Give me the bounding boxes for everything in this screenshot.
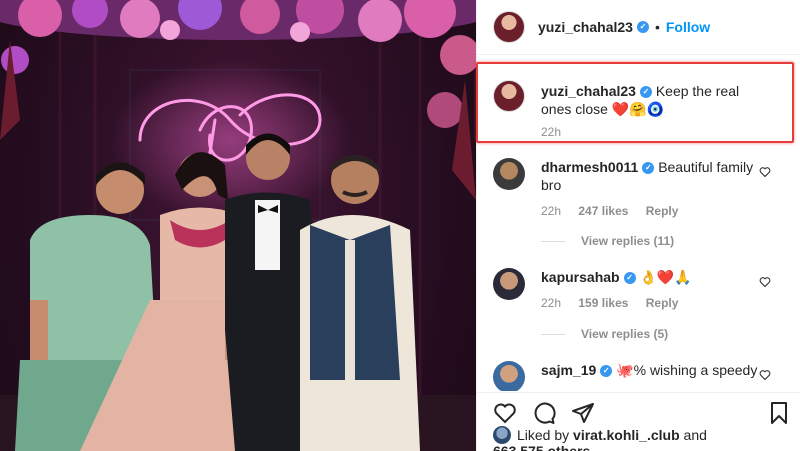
comment-timestamp[interactable]: 22h xyxy=(541,204,561,218)
post-header: yuzi_chahal23 ✓ • Follow xyxy=(477,0,800,55)
comment-text: 👌❤️🙏 xyxy=(639,269,692,285)
comment-username[interactable]: kapursahab xyxy=(541,269,620,285)
comment-timestamp[interactable]: 22h xyxy=(541,296,561,310)
comment-text: 🐙% wishing a speedy xyxy=(616,362,758,378)
verified-badge-icon: ✓ xyxy=(639,86,652,99)
comment-text-block: sajm_19 ✓ 🐙% wishing a speedy xyxy=(541,361,761,379)
comment-text-block: kapursahab ✓ 👌❤️🙏 xyxy=(541,268,761,286)
view-replies-label: View replies (11) xyxy=(581,234,675,248)
post-details-panel: yuzi_chahal23 ✓ • Follow yuzi_chahal23 ✓ … xyxy=(476,0,800,451)
verified-badge-icon: ✓ xyxy=(642,162,655,175)
liked-by-row: Liked by virat.kohli_.club and xyxy=(493,426,707,444)
replies-divider xyxy=(541,334,565,336)
comment-username[interactable]: sajm_19 xyxy=(541,362,596,378)
verified-badge-icon: ✓ xyxy=(600,365,613,378)
reply-button[interactable]: Reply xyxy=(646,204,679,218)
caption-timestamp[interactable]: 22h xyxy=(541,125,561,139)
post-photo[interactable] xyxy=(0,0,476,451)
view-replies-button[interactable]: View replies (11) xyxy=(541,234,674,248)
view-replies-label: View replies (5) xyxy=(581,327,669,341)
caption-emojis: ❤️🤗🧿 xyxy=(611,101,665,117)
comment-username[interactable]: dharmesh0011 xyxy=(541,159,638,175)
likes-count[interactable]: 663,575 others xyxy=(493,443,590,451)
replies-divider xyxy=(541,241,565,243)
comment-avatar[interactable] xyxy=(493,158,525,190)
verified-badge-icon: ✓ xyxy=(623,272,636,285)
reply-button[interactable]: Reply xyxy=(646,296,679,310)
liked-by-and: and xyxy=(683,427,707,443)
comment-item: sajm_19 ✓ 🐙% wishing a speedy xyxy=(493,361,793,391)
share-icon[interactable] xyxy=(571,401,595,425)
follow-button[interactable]: Follow xyxy=(666,19,710,35)
caption-text-block: yuzi_chahal23 ✓ Keep the real ones close … xyxy=(541,82,771,118)
caption-author-avatar[interactable] xyxy=(493,80,525,112)
wedding-photo-illustration xyxy=(0,0,476,451)
comment-likes[interactable]: 247 likes xyxy=(578,204,628,218)
comment-avatar[interactable] xyxy=(493,268,525,300)
comment-icon[interactable] xyxy=(532,401,556,425)
comment-text-block: dharmesh0011 ✓ Beautiful family bro xyxy=(541,158,761,194)
separator-dot: • xyxy=(654,19,660,35)
liked-by-avatar[interactable] xyxy=(493,426,511,444)
heart-icon[interactable] xyxy=(759,166,771,178)
heart-icon[interactable] xyxy=(759,369,771,381)
view-replies-button[interactable]: View replies (5) xyxy=(541,327,668,341)
bookmark-icon[interactable] xyxy=(767,401,791,425)
comment-likes[interactable]: 159 likes xyxy=(578,296,628,310)
verified-badge-icon: ✓ xyxy=(636,21,649,33)
caption-username[interactable]: yuzi_chahal23 xyxy=(541,83,636,99)
author-avatar[interactable] xyxy=(493,11,525,43)
liked-by-user[interactable]: virat.kohli_.club xyxy=(573,427,680,443)
author-username[interactable]: yuzi_chahal23 xyxy=(538,19,633,35)
comment-avatar[interactable] xyxy=(493,361,525,391)
like-heart-icon[interactable] xyxy=(493,401,517,425)
liked-by-prefix: Liked by xyxy=(517,427,570,443)
comment-meta: 22h 247 likes Reply xyxy=(541,204,692,218)
heart-icon[interactable] xyxy=(759,276,771,288)
comment-meta: 22h 159 likes Reply xyxy=(541,296,692,310)
